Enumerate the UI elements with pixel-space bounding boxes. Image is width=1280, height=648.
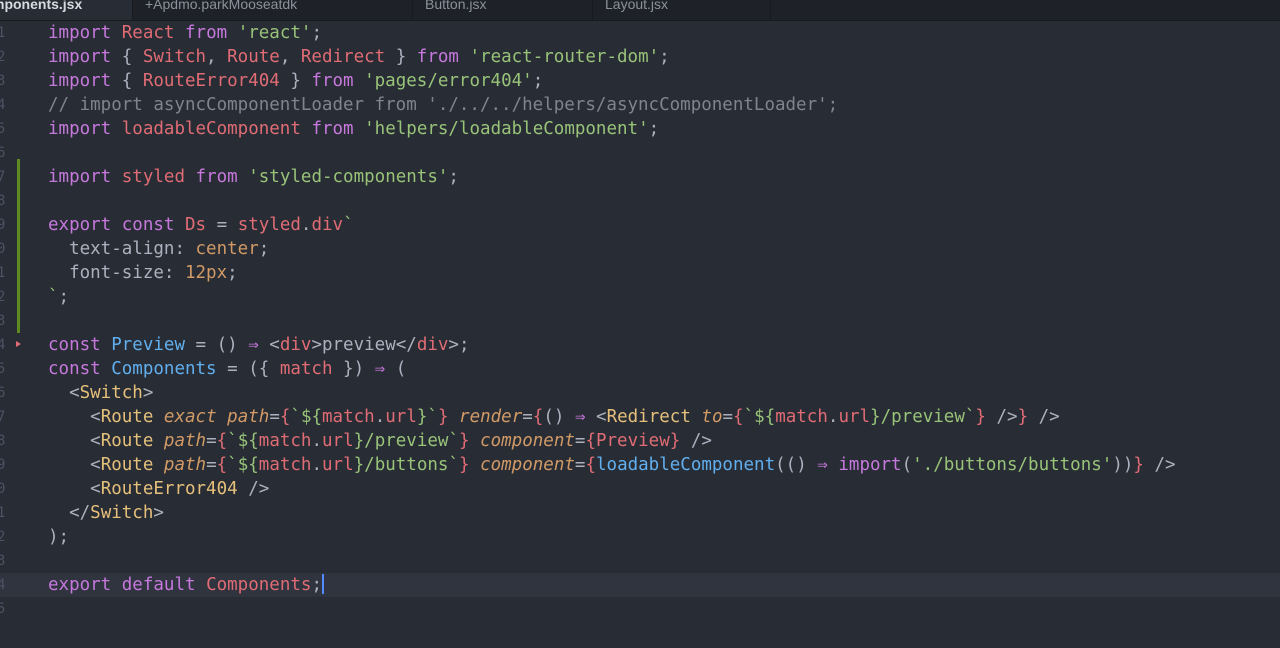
code-text[interactable]: import { RouteError404 } from 'pages/err… [48,69,543,93]
code-text[interactable]: const Preview = () ⇒ <div>preview</div>; [48,333,470,357]
code-line[interactable]: 9 export const Ds = styled.div` [0,213,1280,237]
code-line[interactable]: 8 [0,189,1280,213]
code-line[interactable]: 3 [0,309,1280,333]
code-text[interactable]: <Route exact path={`${match.url}`} rende… [48,405,1060,429]
line-number: 3 [0,73,6,89]
line-number: 7 [0,409,6,425]
code-line[interactable]: 0 text-align: center; [0,237,1280,261]
line-number: 7 [0,169,6,185]
line-number: 4 [0,337,6,353]
code-text[interactable]: import styled from 'styled-components'; [48,165,459,189]
code-line[interactable]: 2 `; [0,285,1280,309]
tab-label: Layout.jsx [605,0,669,12]
code-text[interactable]: export default Components; [48,573,324,597]
git-added-marker [17,237,20,261]
line-number: 3 [0,313,6,329]
code-line[interactable]: 8 <Route path={`${match.url}/preview`} c… [0,429,1280,453]
tab-layout[interactable]: Layout.jsx [593,0,771,20]
line-number: 9 [0,457,6,473]
code-text[interactable]: `; [48,285,69,309]
line-number: 4 [0,577,6,593]
code-line[interactable]: 7 <Route exact path={`${match.url}`} ren… [0,405,1280,429]
line-number: 6 [0,145,6,161]
code-line[interactable]: 6 [0,141,1280,165]
code-text[interactable]: </Switch> [48,501,164,525]
line-number: 1 [0,25,6,41]
line-number: 2 [0,49,6,65]
code-line[interactable]: 5 const Components = ({ match }) ⇒ ( [0,357,1280,381]
code-text[interactable]: <Route path={`${match.url}/preview`} com… [48,429,712,453]
line-number: 5 [0,601,6,617]
fold-arrow-icon[interactable] [16,341,21,347]
code-line[interactable]: 1 import React from 'react'; [0,21,1280,45]
code-line-active[interactable]: 4 export default Components; [0,573,1280,597]
git-added-marker [17,165,20,189]
code-text[interactable]: import React from 'react'; [48,21,322,45]
line-number: 5 [0,361,6,377]
tab-components[interactable]: mponents.jsx [0,0,133,20]
git-added-marker [17,261,20,285]
line-number: 0 [0,241,6,257]
code-text[interactable]: <Switch> [48,381,153,405]
tab-label: Button.jsx [425,0,487,12]
tab-button[interactable]: Button.jsx [413,0,593,20]
line-number: 5 [0,121,6,137]
code-line[interactable]: 6 <Switch> [0,381,1280,405]
code-text[interactable]: <Route path={`${match.url}/buttons`} com… [48,453,1175,477]
code-line[interactable]: 9 <Route path={`${match.url}/buttons`} c… [0,453,1280,477]
line-number: 1 [0,505,6,521]
code-line[interactable]: 3 [0,549,1280,573]
git-added-marker [17,189,20,213]
code-text[interactable]: const Components = ({ match }) ⇒ ( [48,357,406,381]
code-line[interactable]: 2 import { Switch, Route, Redirect } fro… [0,45,1280,69]
line-number: 1 [0,265,6,281]
code-text[interactable]: export const Ds = styled.div` [48,213,354,237]
line-number: 9 [0,217,6,233]
code-text[interactable]: // import asyncComponentLoader from './.… [48,93,838,117]
tab-bar: mponents.jsx +Apdmo.parkMooseatdk Button… [0,0,1280,21]
text-cursor [321,574,324,594]
code-text[interactable]: text-align: center; [48,237,269,261]
code-line[interactable]: 5 [0,597,1280,621]
line-number: 4 [0,97,6,113]
code-line[interactable]: 2 ); [0,525,1280,549]
code-line[interactable]: 1 font-size: 12px; [0,261,1280,285]
git-added-marker [17,213,20,237]
code-line[interactable]: 4 const Preview = () ⇒ <div>preview</div… [0,333,1280,357]
line-number: 8 [0,433,6,449]
code-line[interactable]: 4 // import asyncComponentLoader from '.… [0,93,1280,117]
git-added-marker [17,285,20,309]
git-added-marker [17,309,20,333]
code-line[interactable]: 3 import { RouteError404 } from 'pages/e… [0,69,1280,93]
tab-label: mponents.jsx [0,0,83,12]
line-number: 3 [0,553,6,569]
code-text[interactable]: import loadableComponent from 'helpers/l… [48,117,659,141]
line-number: 2 [0,289,6,305]
tab-file-2[interactable]: +Apdmo.parkMooseatdk [133,0,413,20]
line-number: 0 [0,481,6,497]
code-line[interactable]: 5 import loadableComponent from 'helpers… [0,117,1280,141]
line-number: 2 [0,529,6,545]
code-line[interactable]: 7 import styled from 'styled-components'… [0,165,1280,189]
code-line[interactable]: 1 </Switch> [0,501,1280,525]
code-text[interactable]: import { Switch, Route, Redirect } from … [48,45,670,69]
line-number: 6 [0,385,6,401]
code-text[interactable]: ); [48,525,69,549]
code-line[interactable]: 0 <RouteError404 /> [0,477,1280,501]
code-text[interactable]: font-size: 12px; [48,261,238,285]
line-number: 8 [0,193,6,209]
tab-label: +Apdmo.parkMooseatdk [145,0,298,12]
code-text[interactable]: <RouteError404 /> [48,477,269,501]
code-editor[interactable]: 1 import React from 'react'; 2 import { … [0,21,1280,648]
